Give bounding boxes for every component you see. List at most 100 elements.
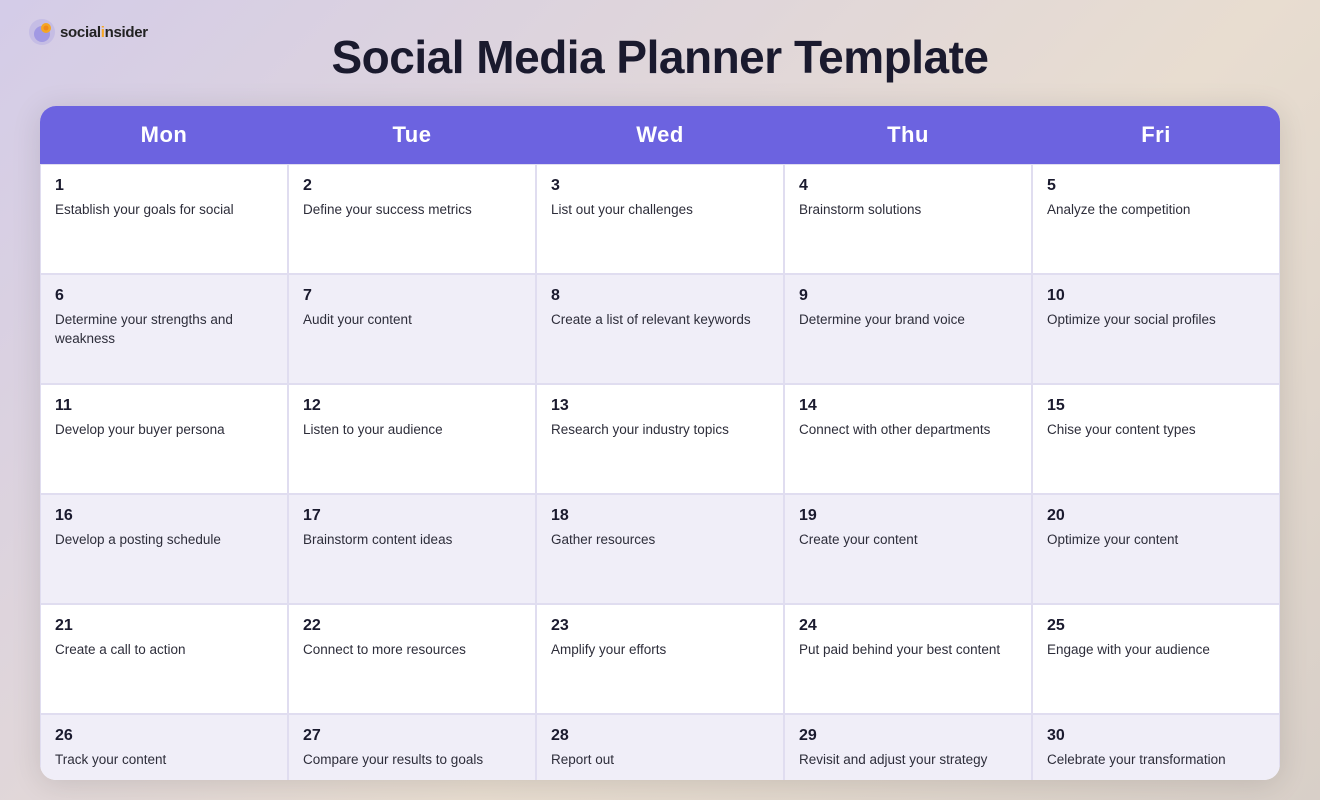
day-num-27: 27 xyxy=(303,727,521,745)
cell-16: 16 Develop a posting schedule xyxy=(40,494,288,604)
day-num-12: 12 xyxy=(303,397,521,415)
day-num-11: 11 xyxy=(55,397,273,415)
cell-1: 1 Establish your goals for social xyxy=(40,164,288,274)
day-task-17: Brainstorm content ideas xyxy=(303,532,452,547)
cell-10: 10Optimize your social profiles xyxy=(1032,274,1280,384)
day-num-13: 13 xyxy=(551,397,769,415)
calendar-body: 1 Establish your goals for social 2 Define … xyxy=(40,164,1280,780)
cell-5: 5 Analyze the competition xyxy=(1032,164,1280,274)
day-num-28: 28 xyxy=(551,727,769,745)
day-task-27: Compare your results to goals xyxy=(303,752,483,767)
header-wed: Wed xyxy=(536,106,784,164)
cell-3: 3 List out your challenges xyxy=(536,164,784,274)
day-num-5: 5 xyxy=(1047,177,1265,195)
calendar-header: Mon Tue Wed Thu Fri xyxy=(40,106,1280,164)
day-task-5: Analyze the competition xyxy=(1047,202,1190,217)
day-task-25: Engage with your audience xyxy=(1047,642,1210,657)
cell-17: 17 Brainstorm content ideas xyxy=(288,494,536,604)
day-task-11: Develop your buyer persona xyxy=(55,422,225,437)
cell-23: 23 Amplify your efforts xyxy=(536,604,784,714)
day-num-2: 2 xyxy=(303,177,521,195)
day-num-16: 16 xyxy=(55,507,273,525)
day-task-14: Connect with other departments xyxy=(799,422,990,437)
cell-22: 22 Connect to more resources xyxy=(288,604,536,714)
day-num-6: 6 xyxy=(55,287,273,305)
day-task-26: Track your content xyxy=(55,752,166,767)
cell-2: 2 Define your success metrics xyxy=(288,164,536,274)
cell-19: 19 Create your content xyxy=(784,494,1032,604)
cell-24: 24 Put paid behind your best content xyxy=(784,604,1032,714)
header-fri: Fri xyxy=(1032,106,1280,164)
day-num-22: 22 xyxy=(303,617,521,635)
day-task-7: Audit your content xyxy=(303,312,412,327)
day-num-23: 23 xyxy=(551,617,769,635)
cell-9: 9 Determine your brand voice xyxy=(784,274,1032,384)
day-task-1: Establish your goals for social xyxy=(55,202,234,217)
day-task-21: Create a call to action xyxy=(55,642,186,657)
day-num-25: 25 xyxy=(1047,617,1265,635)
day-task-13: Research your industry topics xyxy=(551,422,729,437)
header-thu: Thu xyxy=(784,106,1032,164)
day-num-9: 9 xyxy=(799,287,1017,305)
day-task-28: Report out xyxy=(551,752,614,767)
day-task-16: Develop a posting schedule xyxy=(55,532,221,547)
logo: socialinsider xyxy=(28,18,148,46)
cell-11: 11 Develop your buyer persona xyxy=(40,384,288,494)
day-task-9: Determine your brand voice xyxy=(799,312,965,327)
day-num-18: 18 xyxy=(551,507,769,525)
day-task-10: Optimize your social profiles xyxy=(1047,312,1216,327)
cell-7: 7 Audit your content xyxy=(288,274,536,384)
day-num-20: 20 xyxy=(1047,507,1265,525)
day-num-14: 14 xyxy=(799,397,1017,415)
day-task-29: Revisit and adjust your strategy xyxy=(799,752,987,767)
page-title: Social Media Planner Template xyxy=(332,30,989,84)
header-tue: Tue xyxy=(288,106,536,164)
day-task-23: Amplify your efforts xyxy=(551,642,666,657)
day-num-24: 24 xyxy=(799,617,1017,635)
day-task-12: Listen to your audience xyxy=(303,422,443,437)
day-num-3: 3 xyxy=(551,177,769,195)
day-task-8: Create a list of relevant keywords xyxy=(551,312,751,327)
day-num-19: 19 xyxy=(799,507,1017,525)
cell-20: 20 Optimize your content xyxy=(1032,494,1280,604)
cell-15: 15 Chise your content types xyxy=(1032,384,1280,494)
cell-29: 29 Revisit and adjust your strategy xyxy=(784,714,1032,780)
day-task-3: List out your challenges xyxy=(551,202,693,217)
day-task-20: Optimize your content xyxy=(1047,532,1178,547)
day-num-30: 30 xyxy=(1047,727,1265,745)
calendar: Mon Tue Wed Thu Fri 1 Establish your goal… xyxy=(40,106,1280,780)
day-task-6: Determine your strengths and weakness xyxy=(55,312,233,346)
cell-25: 25 Engage with your audience xyxy=(1032,604,1280,714)
cell-30: 30 Celebrate your transformation xyxy=(1032,714,1280,780)
day-task-15: Chise your content types xyxy=(1047,422,1196,437)
logo-icon xyxy=(28,18,56,46)
day-num-17: 17 xyxy=(303,507,521,525)
cell-21: 21 Create a call to action xyxy=(40,604,288,714)
day-task-2: Define your success metrics xyxy=(303,202,472,217)
day-task-24: Put paid behind your best content xyxy=(799,642,1000,657)
cell-4: 4 Brainstorm solutions xyxy=(784,164,1032,274)
day-task-22: Connect to more resources xyxy=(303,642,466,657)
cell-8: 8Create a list of relevant keywords xyxy=(536,274,784,384)
cell-6: 6 Determine your strengths and weakness xyxy=(40,274,288,384)
cell-14: 14 Connect with other departments xyxy=(784,384,1032,494)
cell-26: 26 Track your content xyxy=(40,714,288,780)
day-num-21: 21 xyxy=(55,617,273,635)
day-num-7: 7 xyxy=(303,287,521,305)
cell-27: 27 Compare your results to goals xyxy=(288,714,536,780)
day-task-4: Brainstorm solutions xyxy=(799,202,921,217)
day-num-15: 15 xyxy=(1047,397,1265,415)
day-num-26: 26 xyxy=(55,727,273,745)
cell-12: 12 Listen to your audience xyxy=(288,384,536,494)
cell-28: 28 Report out xyxy=(536,714,784,780)
day-task-18: Gather resources xyxy=(551,532,655,547)
day-task-30: Celebrate your transformation xyxy=(1047,752,1226,767)
cell-18: 18 Gather resources xyxy=(536,494,784,604)
day-num-1: 1 xyxy=(55,177,273,195)
day-task-19: Create your content xyxy=(799,532,918,547)
cell-13: 13 Research your industry topics xyxy=(536,384,784,494)
logo-text: socialinsider xyxy=(60,24,148,41)
day-num-4: 4 xyxy=(799,177,1017,195)
header-mon: Mon xyxy=(40,106,288,164)
day-num-29: 29 xyxy=(799,727,1017,745)
